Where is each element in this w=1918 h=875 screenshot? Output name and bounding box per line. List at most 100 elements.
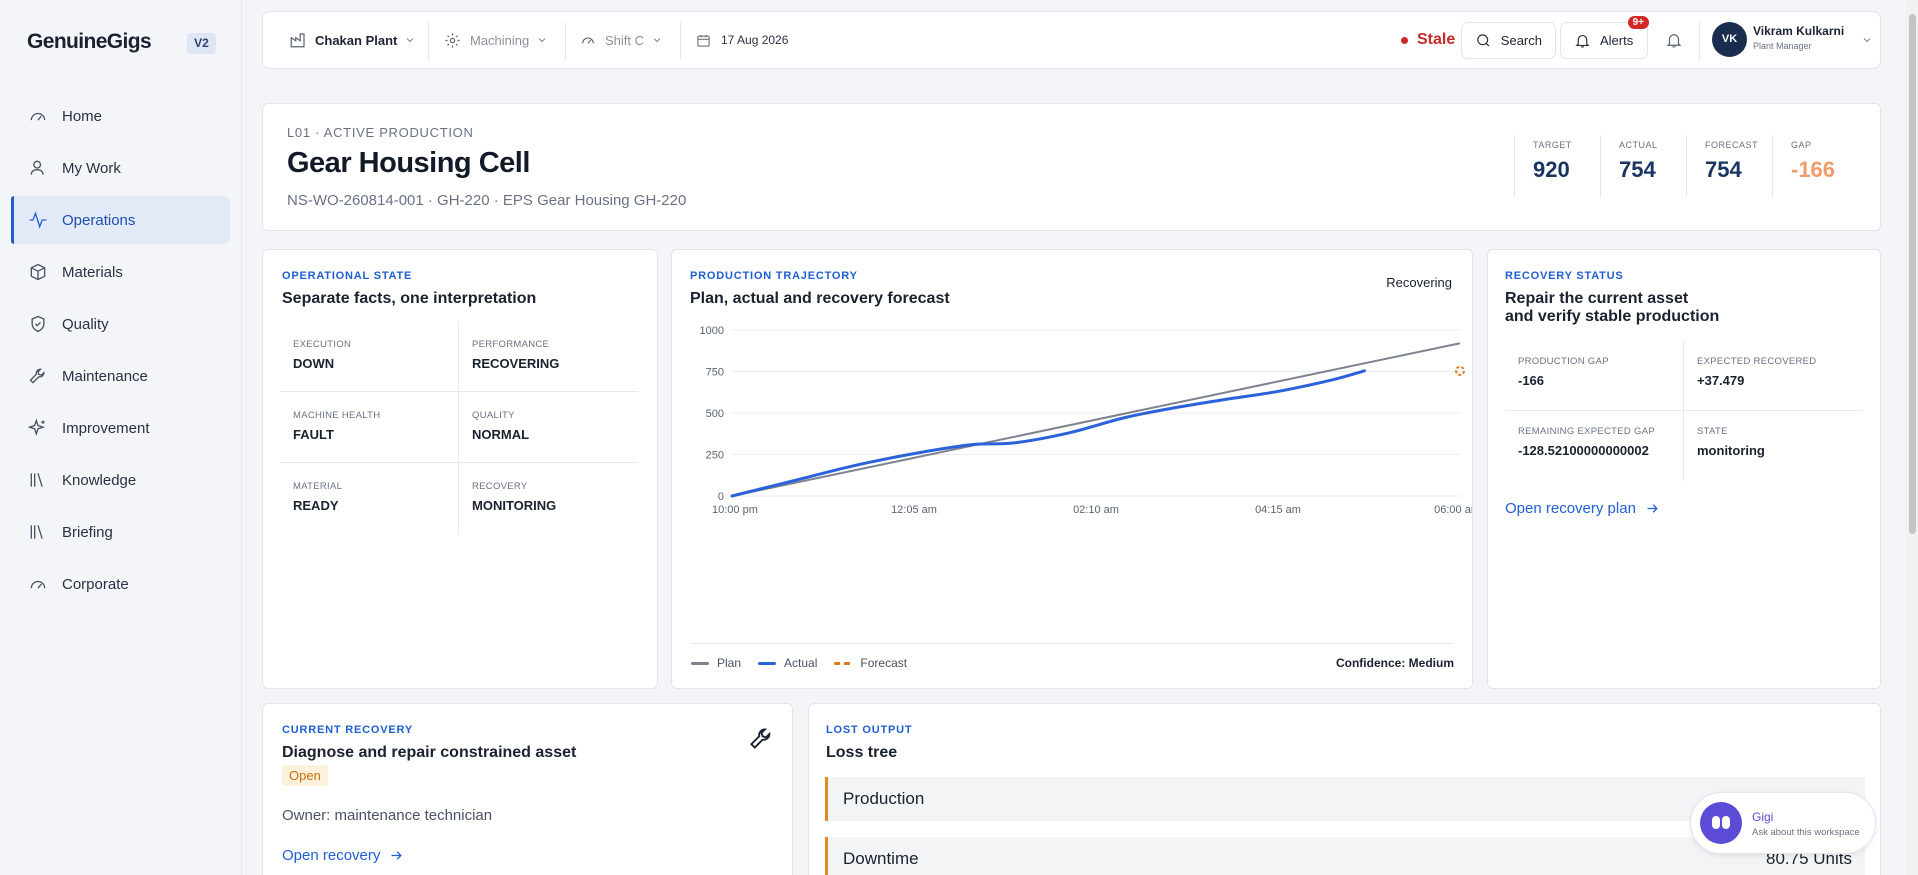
trajectory-chart: 0 250 500 750 1000 10:00 pm 12:05 am 02:10 am 04… bbox=[700, 325, 1472, 516]
kpi-value: -166 bbox=[1791, 157, 1836, 182]
kpi-label: ACTUAL bbox=[1619, 140, 1658, 150]
sidebar-item-my-work[interactable]: My Work bbox=[11, 144, 230, 192]
x-tick-label: 04:15 am bbox=[1255, 504, 1301, 516]
legend-plan: Plan bbox=[691, 656, 741, 670]
state-recovery: RECOVERY MONITORING bbox=[459, 463, 638, 534]
chevron-down-icon bbox=[1863, 38, 1871, 43]
sidebar-item-label: Home bbox=[62, 107, 103, 125]
sidebar-item-briefing[interactable]: Briefing bbox=[11, 508, 230, 556]
legend-label: Forecast bbox=[860, 656, 908, 670]
sidebar-item-knowledge[interactable]: Knowledge bbox=[11, 456, 230, 504]
kpi-forecast: FORECAST 754 bbox=[1686, 135, 1772, 197]
card-title: Diagnose and repair constrained asset bbox=[282, 744, 577, 761]
area-selector[interactable]: Machining bbox=[444, 12, 548, 68]
kv-label: REMAINING EXPECTED GAP bbox=[1518, 426, 1655, 437]
gear-icon bbox=[445, 32, 460, 48]
assistant-widget[interactable]: Gigi Ask about this workspace bbox=[1690, 792, 1876, 854]
plant-selector[interactable]: Chakan Plant bbox=[289, 12, 416, 68]
scrollbar-thumb[interactable] bbox=[1909, 14, 1916, 534]
card-eyebrow: LOST OUTPUT bbox=[826, 724, 913, 736]
sidebar-item-corporate[interactable]: Corporate bbox=[11, 560, 230, 608]
avatar[interactable]: VK bbox=[1712, 22, 1747, 57]
owner-text: Owner: maintenance technician bbox=[282, 807, 493, 824]
robot-icon bbox=[1700, 802, 1742, 844]
sidebar-item-label: Operations bbox=[62, 211, 136, 229]
kv-value: -166 bbox=[1518, 373, 1545, 388]
actual-line bbox=[730, 369, 1366, 498]
sidebar-item-home[interactable]: Home bbox=[11, 92, 230, 140]
sidebar-item-materials[interactable]: Materials bbox=[11, 248, 230, 296]
line-header-card: L01 · ACTIVE PRODUCTION Gear Housing Cel… bbox=[262, 103, 1881, 231]
shift-name: Shift C bbox=[605, 32, 645, 48]
divider bbox=[428, 22, 429, 60]
legend-actual: Actual bbox=[758, 656, 817, 670]
sidebar-item-operations[interactable]: Operations bbox=[11, 196, 230, 244]
kv-value: +37.479 bbox=[1697, 373, 1745, 388]
status-badge: Stale bbox=[1417, 31, 1456, 48]
area-name: Machining bbox=[470, 32, 530, 48]
shift-selector[interactable]: Shift C bbox=[580, 12, 663, 68]
legend-swatch bbox=[691, 661, 709, 665]
state-label: PERFORMANCE bbox=[472, 339, 550, 350]
sidebar-item-maintenance[interactable]: Maintenance bbox=[11, 352, 230, 400]
state-value: RECOVERING bbox=[472, 356, 560, 371]
forecast-point bbox=[1455, 365, 1465, 376]
notifications-button[interactable] bbox=[1665, 12, 1683, 68]
plant-name: Chakan Plant bbox=[315, 32, 398, 48]
plan-line bbox=[731, 342, 1461, 497]
production-trajectory-card: PRODUCTION TRAJECTORY Plan, actual and r… bbox=[671, 249, 1473, 689]
user-menu-toggle[interactable] bbox=[1854, 12, 1873, 68]
card-title-line: and verify stable production bbox=[1505, 308, 1720, 325]
production-gap-cell: PRODUCTION GAP -166 bbox=[1505, 341, 1684, 411]
kv-label: PRODUCTION GAP bbox=[1518, 356, 1609, 367]
open-recovery-link[interactable]: Open recovery bbox=[282, 847, 404, 864]
kpi-label: GAP bbox=[1791, 140, 1812, 150]
y-tick-label: 750 bbox=[706, 367, 724, 379]
legend-swatch bbox=[834, 661, 853, 665]
state-value: DOWN bbox=[293, 356, 335, 371]
legend-swatch bbox=[758, 661, 777, 665]
state-performance: PERFORMANCE RECOVERING bbox=[459, 321, 638, 392]
gauge-icon bbox=[30, 112, 46, 121]
date-selector[interactable]: 17 Aug 2026 bbox=[696, 12, 788, 68]
link-label: Open recovery plan bbox=[1505, 500, 1636, 517]
kpi-target: TARGET 920 bbox=[1514, 135, 1600, 197]
kv-value: monitoring bbox=[1697, 443, 1765, 458]
arrow-right-icon bbox=[1647, 504, 1658, 513]
brand-logo[interactable]: GenuineGigs bbox=[27, 30, 152, 54]
kv-value: -128.52100000000002 bbox=[1518, 443, 1649, 458]
search-button[interactable]: Search bbox=[1461, 22, 1556, 59]
link-label: Open recovery bbox=[282, 847, 381, 864]
page-scrollbar[interactable] bbox=[1906, 0, 1918, 875]
state-value: NORMAL bbox=[472, 427, 530, 442]
state-label: QUALITY bbox=[472, 410, 515, 421]
divider bbox=[680, 22, 681, 60]
user-name[interactable]: Vikram Kulkarni bbox=[1753, 24, 1844, 38]
kv-label: STATE bbox=[1697, 426, 1728, 437]
state-material: MATERIAL READY bbox=[280, 463, 459, 534]
chevron-down-icon bbox=[653, 38, 661, 43]
box-icon bbox=[30, 263, 46, 281]
y-tick-label: 0 bbox=[718, 491, 724, 503]
state-label: MATERIAL bbox=[293, 481, 343, 492]
legend-label: Plan bbox=[717, 656, 742, 670]
x-tick-label: 06:00 am bbox=[1434, 504, 1472, 516]
chevron-down-icon bbox=[407, 38, 414, 43]
library-icon bbox=[30, 473, 43, 487]
trajectory-status: Recovering bbox=[1386, 275, 1452, 290]
wrench-icon bbox=[29, 368, 45, 384]
remaining-gap-cell: REMAINING EXPECTED GAP -128.521000000000… bbox=[1505, 411, 1684, 481]
sidebar-item-improvement[interactable]: Improvement bbox=[11, 404, 230, 452]
open-recovery-plan-link[interactable]: Open recovery plan bbox=[1505, 500, 1660, 517]
status-dot bbox=[1401, 36, 1408, 44]
search-icon bbox=[1477, 34, 1490, 47]
sidebar-item-label: Corporate bbox=[62, 575, 129, 593]
alerts-button[interactable]: Alerts 9+ bbox=[1560, 16, 1649, 59]
sidebar-item-label: Briefing bbox=[62, 523, 113, 541]
sidebar-item-quality[interactable]: Quality bbox=[11, 300, 230, 348]
data-status: Stale bbox=[1401, 12, 1455, 68]
state-label: RECOVERY bbox=[472, 481, 528, 492]
sidebar-item-label: Improvement bbox=[62, 419, 150, 437]
assistant-name: Gigi bbox=[1752, 810, 1774, 824]
sparkle-icon bbox=[28, 418, 46, 436]
